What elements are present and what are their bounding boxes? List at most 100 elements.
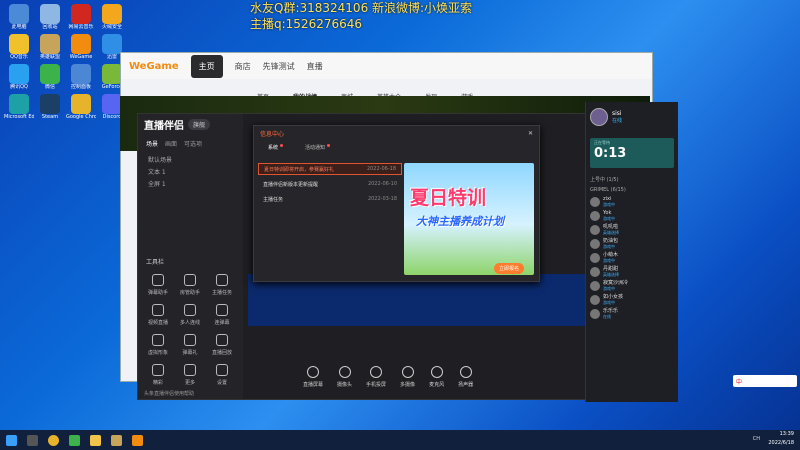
desktop-icon-label: 火绒安全 [101,24,122,30]
tool-button[interactable]: 房管助手 [174,274,206,296]
tool-label: 弹幕助手 [147,290,168,296]
scene-item[interactable]: 默认场景 [138,153,243,165]
tool-button[interactable]: 更多 [174,364,206,386]
app-icon [40,94,60,114]
app-icon [40,34,60,54]
league-icon[interactable] [111,434,122,446]
wechat-icon[interactable] [69,434,80,446]
signup-button[interactable]: 立即报名 [494,263,525,274]
desktop-icon[interactable]: 此电脑 [4,4,34,30]
desktop-icon[interactable]: 网易云音乐 [66,4,96,30]
list-item[interactable]: 丹甜甜 英雄选择 [586,265,678,279]
edition-pill[interactable]: 旗舰 [188,118,211,130]
source-icon [430,366,443,378]
tool-button[interactable]: 直播回放 [206,334,238,356]
message-row[interactable]: 直播伴侣新版本更新提醒 2022-06-10 [258,178,402,190]
tool-label: 设置 [216,380,227,386]
tab-activity[interactable]: 活动通知 [305,144,331,151]
source-button[interactable]: 麦克风 [429,366,444,388]
list-item[interactable]: 奶油包 游戏中 [586,237,678,251]
live-companion-title: 直播伴侣 旗舰 [138,114,243,134]
desktop-icon[interactable]: 英雄联盟 [35,34,65,60]
message-row[interactable]: 夏日特训即将开启，参赛赢好礼 2022-06-18 [258,163,402,175]
tool-label: 多人连线 [179,320,200,326]
tool-button[interactable]: 主播任务 [206,274,238,296]
friends-section-header[interactable]: 上号中 (1/5) [586,174,678,185]
list-item[interactable]: Yok 游戏中 [586,209,678,223]
tab-canvas[interactable]: 画面 [165,139,177,148]
desktop-icon[interactable]: 回收站 [35,4,65,30]
list-item[interactable]: 寂寞沙洲冷 游戏中 [586,279,678,293]
desktop-icon[interactable]: WeGame [66,34,96,60]
source-button[interactable]: 摄像头 [337,366,352,388]
app-icon [9,64,29,84]
tool-button[interactable]: 连弹幕 [206,304,238,326]
stream-overlay-text: 水友Q群:318324106 新浪微博:小焕亚索 主播q:1526276646 [250,0,472,32]
modal-title: 信息中心 ✕ [260,129,533,138]
list-item[interactable]: 乐乐乐 在线 [586,307,678,321]
desktop-icon[interactable]: 火绒安全 [97,4,127,30]
desktop-icon[interactable]: 控制面板 [66,64,96,90]
source-button[interactable]: 直播屏幕 [303,366,323,388]
folder-icon[interactable] [90,434,101,446]
avatar [590,239,600,249]
info-center-modal[interactable]: 信息中心 ✕ 系统 活动通知 夏日特训即将开启，参赛赢好礼 2022-06-18 … [253,125,540,282]
tab-live[interactable]: 直播 [307,61,323,72]
source-button[interactable]: 多摄像 [400,366,415,388]
desktop-icon[interactable]: 微信 [35,64,65,90]
tool-icon [152,274,164,286]
source-label: 摄像头 [337,382,353,388]
tool-button[interactable]: 虚拟形象 [142,334,174,356]
desktop-icon[interactable]: 腾讯QQ [4,64,34,90]
desktop-icon-label: 微信 [44,84,55,90]
clock-date: 2022/6/18 [768,440,794,446]
tab-store[interactable]: 商店 [235,61,251,72]
tool-button[interactable]: 多人连线 [174,304,206,326]
ime-toolbar[interactable]: 中 [733,375,797,387]
desktop-icon[interactable]: Google Chrome [66,94,96,120]
desktop-icon-label: QQ音乐 [10,54,28,60]
source-button[interactable]: 扬声器 [458,366,473,388]
tool-button[interactable]: 弹幕助手 [142,274,174,296]
windows-start-icon[interactable] [6,434,17,446]
tool-icon [184,304,196,316]
member-status: 游戏中 [603,216,615,221]
avatar[interactable] [590,108,608,126]
friends-section-header[interactable]: GRIMEL (6/15) [586,185,678,195]
tab-options[interactable]: 可选项 [184,139,202,148]
tool-button[interactable]: 设置 [206,364,238,386]
list-item[interactable]: 叽叽啦 英雄选择 [586,223,678,237]
app-icon [40,64,60,84]
desktop-icon[interactable]: QQ音乐 [4,34,34,60]
list-item[interactable]: 如小女孩 游戏中 [586,293,678,307]
member-status: 在线 [603,314,611,319]
tab-pioneer[interactable]: 先锋测试 [263,61,295,72]
member-status: 游戏中 [603,300,615,305]
search-icon[interactable] [27,434,38,446]
tab-system[interactable]: 系统 [268,144,284,151]
help-link[interactable]: 头条直播伴侣使用帮助 [144,390,194,397]
wegame-icon[interactable] [132,434,143,446]
summer-training-banner[interactable]: 夏日特训 大神主播养成计划 立即报名 [404,163,534,275]
desktop-icon[interactable]: Microsoft Edge [4,94,34,120]
clock[interactable]: 13:39 2022/6/18 [768,430,794,448]
member-list: zixi 游戏中 Yok 游戏中 叽叽啦 英雄选择 奶油包 游戏中 小萌木 游戏中 丹甜甜 英雄选择寂… [586,195,678,321]
source-button[interactable]: 手机投屏 [366,366,386,388]
tool-button[interactable]: 精彩 [142,364,174,386]
source-label: 手机投屏 [366,382,387,388]
desktop-icon[interactable]: Steam [35,94,65,120]
tab-scene[interactable]: 场景 [146,139,158,148]
chrome-icon[interactable] [48,434,59,446]
scene-item[interactable]: 全屏 1 [138,177,243,189]
tray-language[interactable]: CH [753,436,760,442]
list-item[interactable]: zixi 游戏中 [586,195,678,209]
tab-home[interactable]: 主页 [190,54,223,78]
tool-label: 弹幕礼 [182,350,198,356]
tool-button[interactable]: 弹幕礼 [174,334,206,356]
tool-button[interactable]: 视频直播 [142,304,174,326]
list-item[interactable]: 小萌木 游戏中 [586,251,678,265]
scene-item[interactable]: 文本 1 [138,165,243,177]
message-row[interactable]: 主播任务 2022-03-18 [258,193,402,205]
avatar [590,267,600,277]
close-icon[interactable]: ✕ [528,130,533,137]
